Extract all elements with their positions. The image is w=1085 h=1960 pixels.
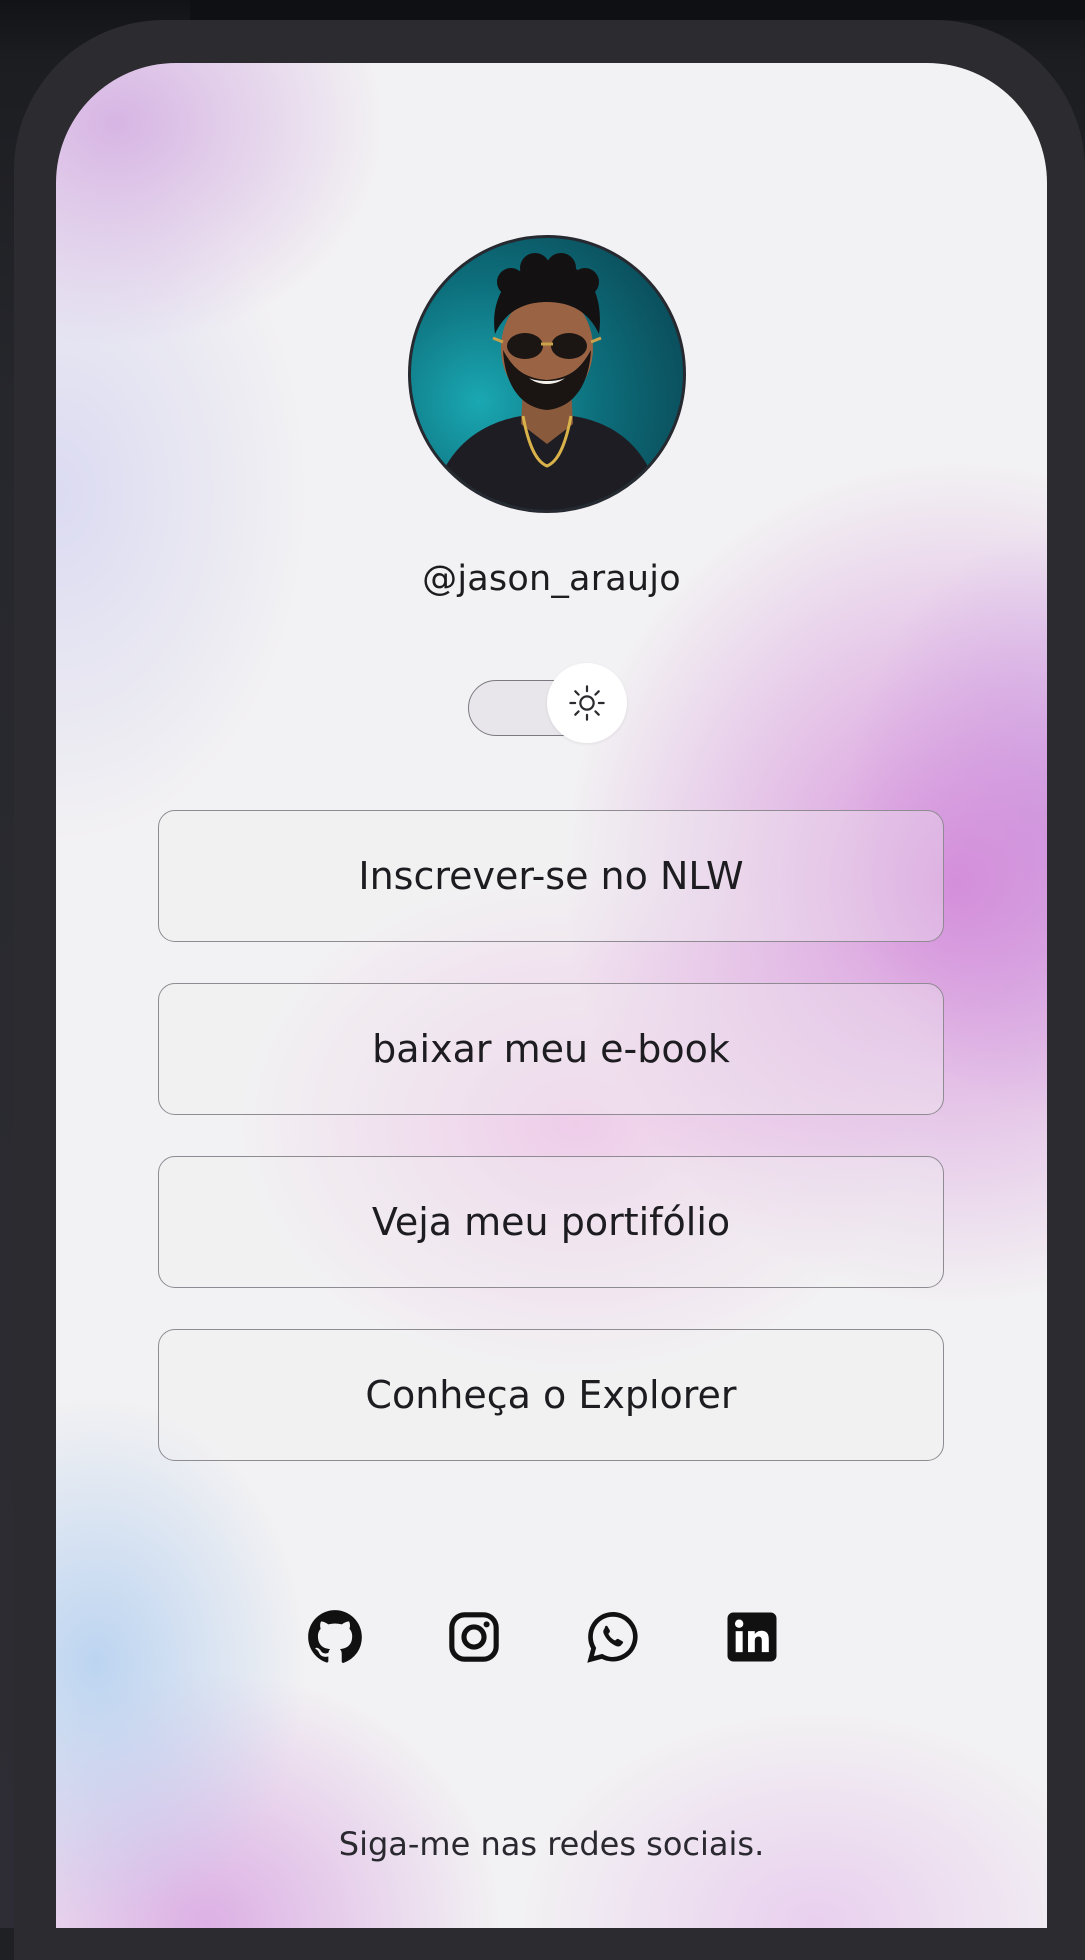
linkedin-icon [727, 1612, 777, 1662]
link-button-ebook[interactable]: baixar meu e-book [158, 983, 944, 1115]
profile-photo-icon [431, 253, 663, 510]
whatsapp-icon [587, 1612, 638, 1663]
link-button-explorer[interactable]: Conheça o Explorer [158, 1329, 944, 1461]
link-button-nlw[interactable]: Inscrever-se no NLW [158, 810, 944, 942]
link-button-portfolio[interactable]: Veja meu portifólio [158, 1156, 944, 1288]
avatar [408, 235, 686, 513]
theme-toggle[interactable] [468, 663, 627, 743]
github-link[interactable] [307, 1609, 363, 1665]
social-links [307, 1609, 847, 1669]
instagram-icon [449, 1612, 499, 1662]
whatsapp-link[interactable] [585, 1609, 641, 1665]
footer-text: Siga-me nas redes sociais. [338, 1825, 765, 1863]
top-dark-strip [190, 0, 1085, 20]
github-icon [308, 1610, 362, 1663]
instagram-link[interactable] [446, 1609, 502, 1665]
phone-screen: @jason_araujo Inscrever-se no NLW baixar… [56, 63, 1047, 1928]
sun-icon [569, 685, 605, 721]
linkedin-link[interactable] [724, 1609, 780, 1665]
toggle-knob[interactable] [547, 663, 627, 743]
username: @jason_araujo [422, 559, 681, 599]
